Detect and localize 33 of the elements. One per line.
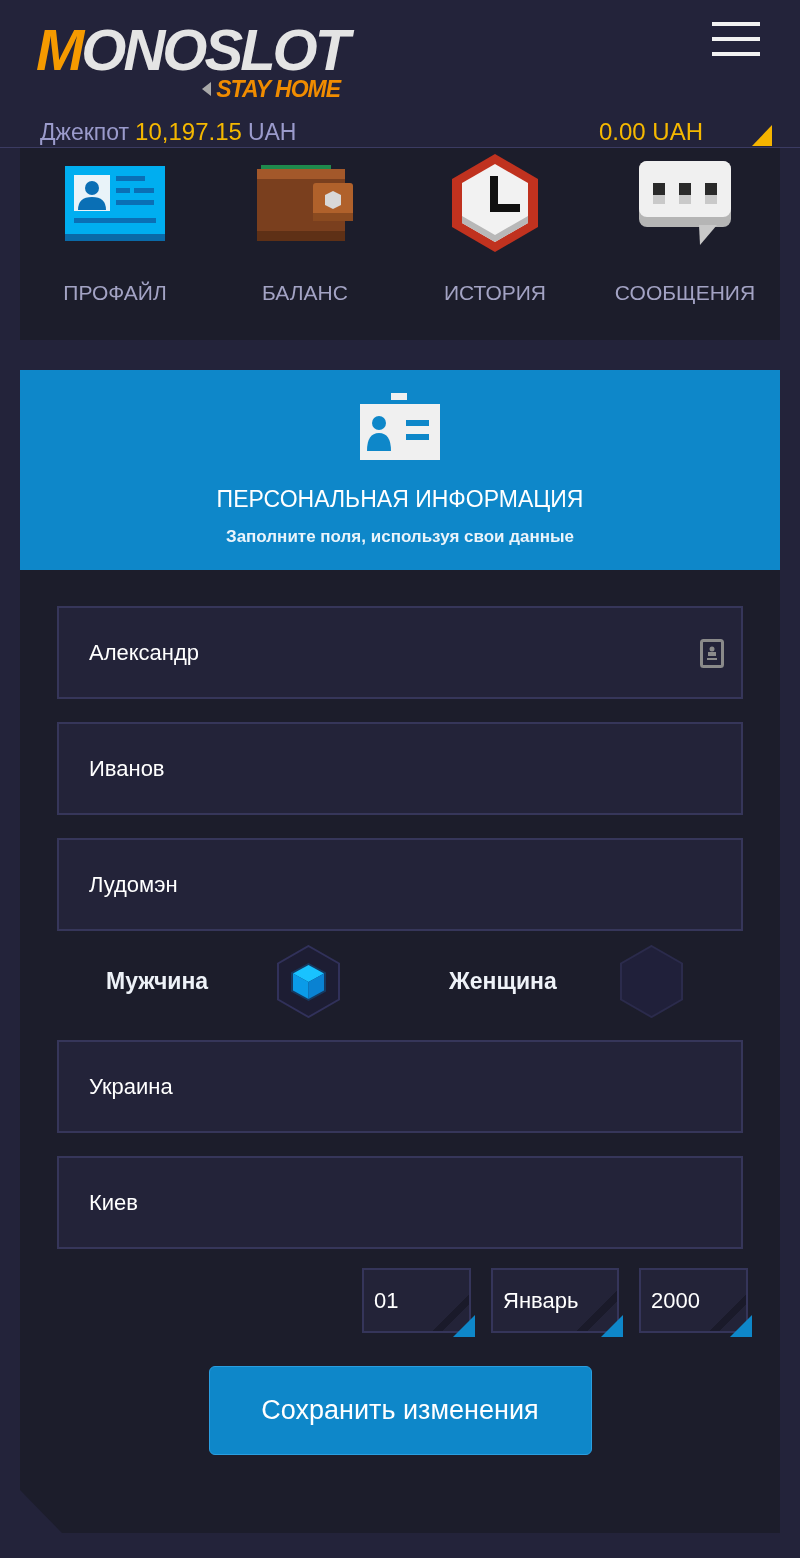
clock-icon — [452, 154, 538, 252]
nav-item[interactable]: СООБЩЕНИЯ — [590, 148, 780, 340]
wallet-icon — [257, 165, 353, 241]
nav-item[interactable]: ИСТОРИЯ — [400, 148, 590, 340]
gender-label: Мужчина — [106, 968, 210, 995]
section-subtitle: Заполните поля, используя свои данные — [226, 526, 574, 548]
text-field[interactable]: Александр — [57, 606, 743, 699]
section-title: ПЕРСОНАЛЬНАЯ ИНФОРМАЦИЯ — [216, 485, 584, 513]
corner-triangle-icon — [730, 1315, 752, 1337]
jackpot-amount: 10,197.15 — [135, 118, 242, 146]
corner-triangle-icon[interactable] — [752, 125, 772, 146]
corner-triangle-icon — [453, 1315, 475, 1337]
text-field[interactable]: Украина — [57, 1040, 743, 1133]
id-card-icon — [65, 165, 165, 241]
text-field[interactable]: Иванов — [57, 722, 743, 815]
corner-triangle-icon — [601, 1315, 623, 1337]
nav-item[interactable]: БАЛАНС — [210, 148, 400, 340]
jackpot-currency: UAH — [247, 118, 297, 146]
text-field[interactable]: Киев — [57, 1156, 743, 1249]
logo-tagline: STAY HOME — [216, 76, 343, 102]
text-field[interactable]: Лудомэн — [57, 838, 743, 931]
balance-amount[interactable]: 0.00 UAH — [598, 118, 703, 146]
nav-item[interactable]: ПРОФАЙЛ — [20, 148, 210, 340]
id-badge-icon — [360, 393, 440, 460]
speech-bubble-icon — [639, 161, 731, 245]
triangle-icon — [202, 82, 212, 96]
radio-button[interactable] — [620, 945, 683, 1018]
menu-icon[interactable] — [712, 22, 760, 56]
gender-label: Женщина — [449, 968, 558, 995]
radio-button[interactable] — [277, 945, 340, 1018]
save-button[interactable]: Сохранить изменения — [208, 1366, 592, 1455]
jackpot-label: Джекпот — [40, 118, 130, 146]
contact-card-icon[interactable] — [700, 639, 724, 668]
